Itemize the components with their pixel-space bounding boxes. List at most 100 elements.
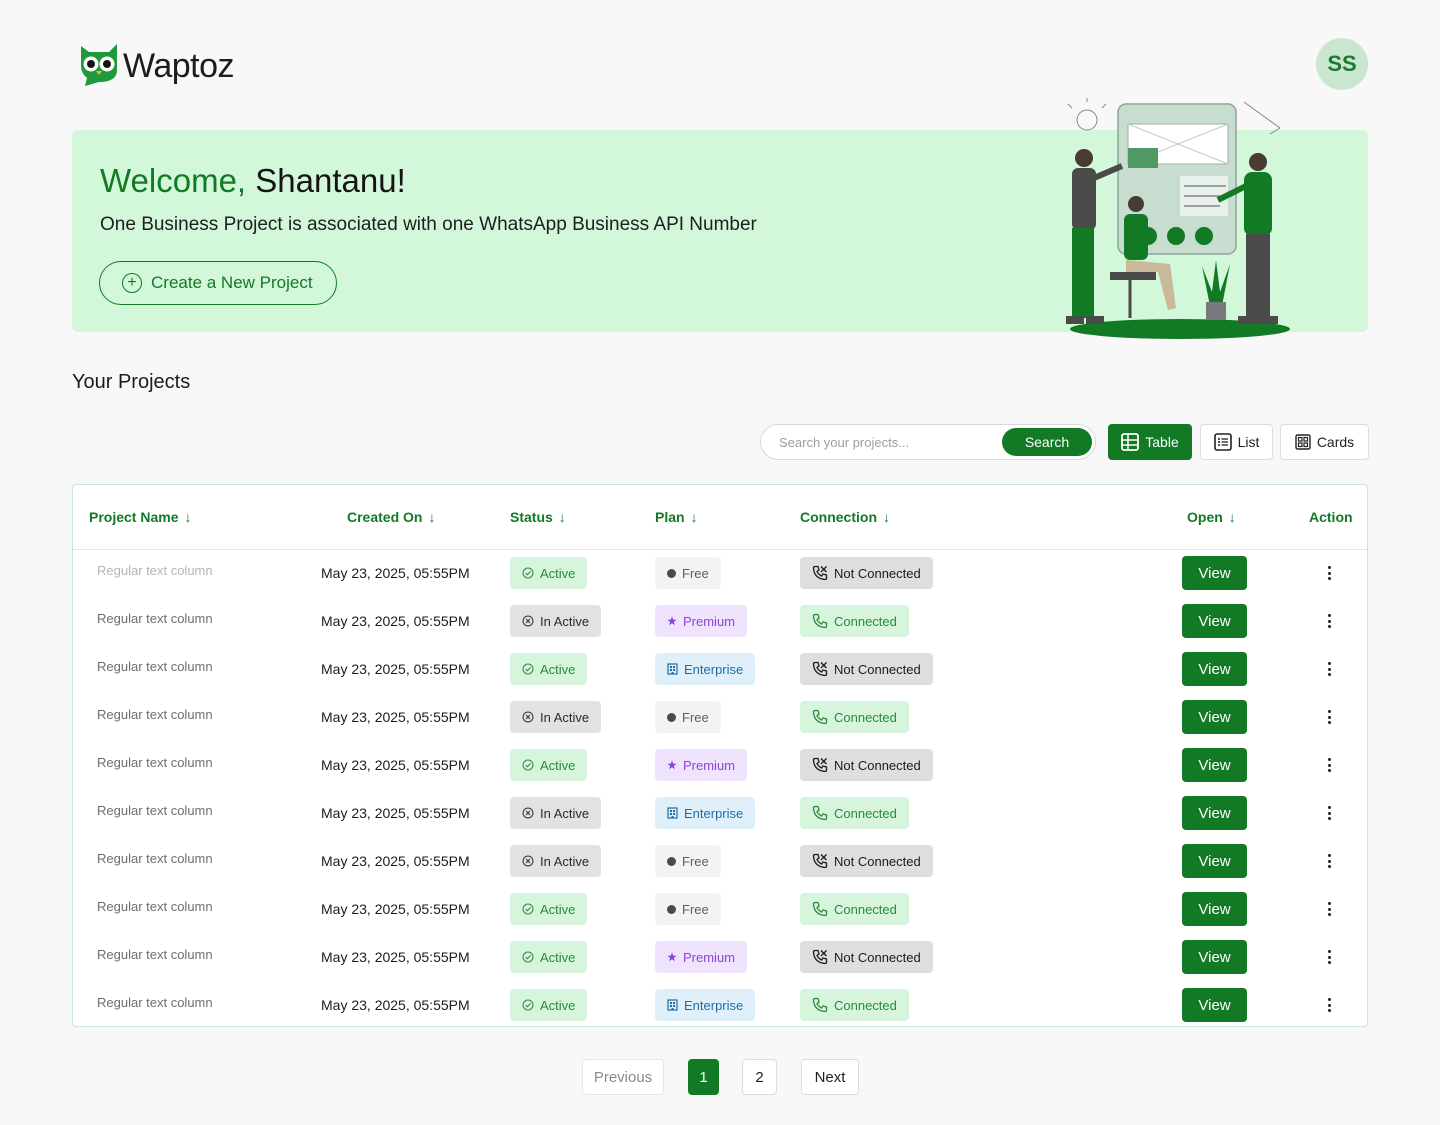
connection-cell: Connected [800,693,909,741]
building-icon [667,999,678,1011]
pagination-page-2[interactable]: 2 [742,1059,777,1095]
star-icon [667,616,677,626]
connection-badge: Not Connected [800,749,933,781]
view-project-button[interactable]: View [1182,892,1247,926]
view-toggle-cards[interactable]: Cards [1280,424,1369,460]
table-row: Regular text column May 23, 2025, 05:55PM… [73,981,1367,1029]
view-project-button[interactable]: View [1182,844,1247,878]
open-cell: View [1182,741,1247,789]
phone-off-icon [812,949,828,965]
column-header-created-on[interactable]: Created On ↓ [347,509,435,525]
plan-badge: Premium [655,605,748,637]
more-options-icon[interactable] [1319,607,1339,635]
dot-icon [667,904,676,914]
plan-badge: Premium [655,941,748,973]
view-toggle-table[interactable]: Table [1108,424,1192,460]
column-header-project-name[interactable]: Project Name ↓ [89,509,191,525]
status-badge: Active [510,749,588,781]
more-options-icon[interactable] [1319,895,1339,923]
view-project-button[interactable]: View [1182,940,1247,974]
pagination-page-1[interactable]: 1 [688,1059,719,1095]
connection-badge: Connected [800,797,909,829]
created-on-cell: May 23, 2025, 05:55PM [321,901,470,917]
view-project-button[interactable]: View [1182,652,1247,686]
action-cell [1319,837,1339,885]
view-project-button[interactable]: View [1182,700,1247,734]
more-options-icon[interactable] [1319,655,1339,683]
column-header-connection[interactable]: Connection ↓ [800,509,890,525]
connection-badge: Not Connected [800,845,933,877]
check-circle-icon [522,759,534,771]
project-name-cell: Regular text column [97,706,213,722]
view-project-button[interactable]: View [1182,604,1247,638]
open-cell: View [1182,789,1247,837]
building-icon [667,807,678,819]
status-cell: Active [510,645,588,693]
created-on-cell: May 23, 2025, 05:55PM [321,709,470,725]
project-name-cell: Regular text column [97,754,213,770]
brand-name: Waptoz [123,47,235,85]
phone-off-icon [812,565,828,581]
plan-badge: Enterprise [655,989,756,1021]
connection-cell: Not Connected [800,549,933,597]
search-input[interactable] [779,434,999,450]
more-options-icon[interactable] [1319,847,1339,875]
view-project-button[interactable]: View [1182,748,1247,782]
more-options-icon[interactable] [1319,559,1339,587]
status-cell: Active [510,741,588,789]
check-circle-icon [522,999,534,1011]
user-avatar[interactable]: SS [1316,38,1368,90]
created-on-cell: May 23, 2025, 05:55PM [321,949,470,965]
check-circle-icon [522,903,534,915]
view-project-button[interactable]: View [1182,988,1247,1022]
more-options-icon[interactable] [1319,751,1339,779]
connection-cell: Connected [800,885,909,933]
sort-arrow-icon: ↓ [1228,509,1236,525]
action-cell [1319,741,1339,789]
team-illustration [1030,96,1320,351]
star-icon [667,952,677,962]
more-options-icon[interactable] [1319,991,1339,1019]
view-toggle-list[interactable]: List [1200,424,1273,460]
status-cell: Active [510,549,588,597]
pagination-next[interactable]: Next [801,1059,859,1095]
view-project-button[interactable]: View [1182,556,1247,590]
list-icon [1213,433,1232,451]
plan-badge: Free [655,893,721,925]
open-cell: View [1182,981,1247,1029]
table-row: Regular text column May 23, 2025, 05:55PM… [73,597,1367,645]
connection-badge: Connected [800,989,909,1021]
phone-off-icon [812,661,828,677]
open-cell: View [1182,885,1247,933]
action-cell [1319,789,1339,837]
more-options-icon[interactable] [1319,799,1339,827]
column-header-status[interactable]: Status ↓ [510,509,566,525]
dot-icon [667,856,676,866]
plan-badge: Enterprise [655,797,756,829]
column-header-open[interactable]: Open ↓ [1187,509,1236,525]
status-cell: In Active [510,789,602,837]
table-row: Regular text column May 23, 2025, 05:55PM… [73,645,1367,693]
connection-badge: Connected [800,701,909,733]
more-options-icon[interactable] [1319,943,1339,971]
action-cell [1319,885,1339,933]
project-name-cell: Regular text column [97,898,213,914]
project-name-cell: Regular text column [97,562,213,578]
project-name-cell: Regular text column [97,658,213,674]
status-cell: In Active [510,597,602,645]
plan-badge: Free [655,557,721,589]
cards-grid-icon [1295,434,1311,450]
brand-logo[interactable]: Waptoz [77,40,235,93]
phone-icon [812,997,828,1013]
status-badge: Active [510,557,588,589]
status-cell: Active [510,885,588,933]
plan-cell: Enterprise [655,789,756,837]
create-project-button[interactable]: + Create a New Project [99,261,337,305]
column-header-plan[interactable]: Plan ↓ [655,509,698,525]
more-options-icon[interactable] [1319,703,1339,731]
search-button[interactable]: Search [1002,428,1092,456]
view-project-button[interactable]: View [1182,796,1247,830]
plan-cell: Free [655,549,721,597]
project-name-cell: Regular text column [97,610,213,626]
pagination-previous[interactable]: Previous [582,1059,664,1095]
